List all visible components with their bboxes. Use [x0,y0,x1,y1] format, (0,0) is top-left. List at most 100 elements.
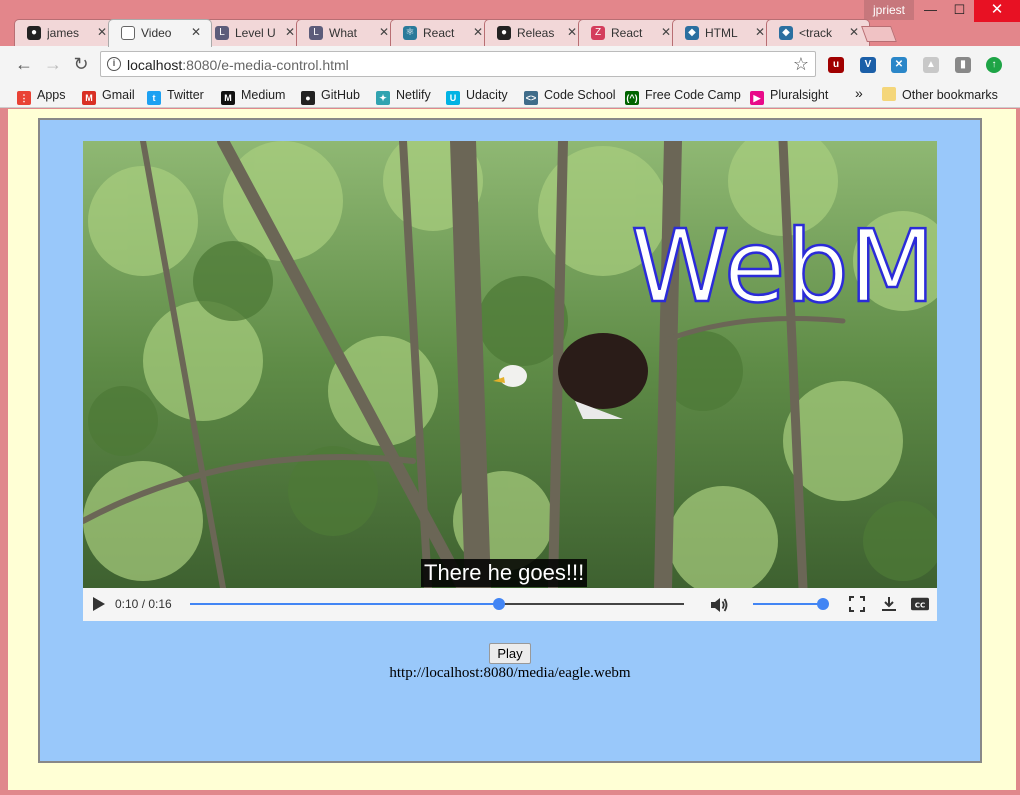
video-caption: There he goes!!! [421,559,588,587]
tab-0[interactable]: ● james ✕ [14,19,118,46]
level-icon: L [309,26,323,40]
drive-icon[interactable]: ▲ [923,57,939,73]
seek-thumb[interactable] [492,598,505,610]
bookmark-label: Medium [241,88,286,102]
freecodecamp-icon: (^) [625,91,639,105]
tab-4[interactable]: ⚛ React ✕ [390,19,494,46]
bookmark-medium[interactable]: M Medium [221,87,286,105]
maximize-button[interactable]: ☐ [945,0,974,22]
bookmark-netlify[interactable]: ✦ Netlify [376,87,431,105]
tab-1[interactable]: Video ✕ [108,19,212,47]
github-icon: ● [301,91,315,105]
github-icon: ● [497,26,511,40]
update-icon[interactable]: ↑ [986,57,1002,73]
bookmark-label: Twitter [167,88,204,102]
bookmark-code-school[interactable]: <> Code School [524,87,616,105]
time-display: 0:10 / 0:16 [115,597,172,611]
bookmark-apps[interactable]: ⋮ Apps [17,87,66,105]
bookmark-udacity[interactable]: U Udacity [446,87,508,105]
extension-icon[interactable]: ▮ [955,57,971,73]
tab-label: React [611,26,643,40]
gmail-icon: M [82,91,96,105]
url-text[interactable]: localhost:8080/e-media-control.html [127,57,349,73]
other-bookmarks[interactable]: Other bookmarks [882,87,998,103]
volume-icon[interactable] [709,595,729,615]
bookmark-twitter[interactable]: t Twitter [147,87,204,105]
bookmark-github[interactable]: ● GitHub [301,87,360,105]
info-icon[interactable]: i [107,57,121,71]
forward-button[interactable]: → [42,53,64,75]
media-source-url: http://localhost:8080/media/eagle.webm [389,665,631,681]
tab-3[interactable]: L What ✕ [296,19,400,46]
tab-close-icon[interactable]: ✕ [97,25,107,39]
address-bar[interactable]: i localhost:8080/e-media-control.html ☆ [100,51,816,77]
github-icon: ● [27,26,41,40]
download-icon[interactable] [880,595,898,613]
browser-toolbar: ← → ↻ i localhost:8080/e-media-control.h… [0,46,1020,82]
medium-icon: M [221,91,235,105]
seek-bar[interactable] [190,598,684,610]
back-button[interactable]: ← [13,53,35,75]
folder-icon [882,87,896,101]
tab-close-icon[interactable]: ✕ [849,25,859,39]
pluralsight-icon: ▶ [750,91,764,105]
extension-icon[interactable]: ✕ [891,57,907,73]
tab-5[interactable]: ● Releas ✕ [484,19,588,46]
tab-8[interactable]: ◆ <track ✕ [766,19,870,46]
bookmarks-overflow-button[interactable]: » [855,85,863,101]
tab-label: Releas [517,26,555,40]
vue-devtools-icon[interactable]: V [860,57,876,73]
tab-close-icon[interactable]: ✕ [285,25,295,39]
bookmark-label: Pluralsight [770,88,829,102]
tab-close-icon[interactable]: ✕ [567,25,577,39]
level-icon: L [215,26,229,40]
close-window-button[interactable]: ✕ [974,0,1020,22]
mdn-icon: ◆ [779,26,793,40]
page-viewport: WebM There he goes!!! 0:10 / 0:16 CC Pla… [8,109,1016,790]
tab-close-icon[interactable]: ✕ [191,25,201,39]
tab-label: HTML [705,26,738,40]
tab-close-icon[interactable]: ✕ [661,25,671,39]
fullscreen-icon[interactable] [848,595,866,613]
bookmark-label: Apps [37,88,66,102]
volume-slider[interactable] [753,598,829,610]
twitter-icon: t [147,91,161,105]
reload-button[interactable]: ↻ [70,53,92,75]
codeschool-icon: <> [524,91,538,105]
tab-close-icon[interactable]: ✕ [755,25,765,39]
tab-close-icon[interactable]: ✕ [473,25,483,39]
video-frame: WebM [83,141,937,588]
apps-icon: ⋮ [17,91,31,105]
bookmark-label: GitHub [321,88,360,102]
bookmark-label: Gmail [102,88,135,102]
volume-level [753,603,823,605]
bookmark-label: Netlify [396,88,431,102]
bookmark-free-code-camp[interactable]: (^) Free Code Camp [625,87,741,105]
page-icon [121,26,135,40]
play-button[interactable]: Play [489,643,531,664]
bookmark-star-icon[interactable]: ☆ [793,54,809,75]
tab-2[interactable]: L Level U ✕ [202,19,306,46]
tab-7[interactable]: ◆ HTML ✕ [672,19,776,46]
closed-captions-icon[interactable]: CC [911,595,929,613]
ublock-icon[interactable]: u [828,57,844,73]
new-tab-button[interactable] [861,26,897,42]
video-controls: 0:10 / 0:16 CC [83,588,937,621]
profile-badge[interactable]: jpriest [864,0,914,20]
tab-6[interactable]: Z React ✕ [578,19,682,46]
bookmarks-bar: » Other bookmarks ⋮ Apps M Gmail t Twitter M Me… [0,82,1020,108]
video-player[interactable]: WebM There he goes!!! 0:10 / 0:16 CC [83,141,937,621]
tab-label: Video [141,26,172,40]
bookmark-label: Free Code Camp [645,88,741,102]
bookmark-pluralsight[interactable]: ▶ Pluralsight [750,87,829,105]
bookmark-label: Udacity [466,88,508,102]
bookmark-gmail[interactable]: M Gmail [82,87,135,105]
bookmark-label: Code School [544,88,616,102]
volume-thumb[interactable] [817,598,829,610]
tab-close-icon[interactable]: ✕ [379,25,389,39]
media-container: WebM There he goes!!! 0:10 / 0:16 CC Pla… [38,118,982,763]
zero-icon: Z [591,26,605,40]
mdn-icon: ◆ [685,26,699,40]
minimize-button[interactable]: — [916,0,945,22]
play-icon[interactable] [93,597,105,611]
